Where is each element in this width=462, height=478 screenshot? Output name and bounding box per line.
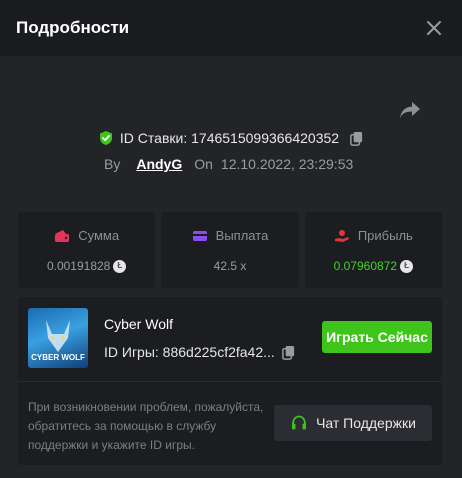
stat-label: Выплата: [215, 228, 269, 243]
hand-coin-icon: [334, 229, 349, 242]
support-help-text: При возникновении проблем, пожалуйста, о…: [28, 400, 264, 452]
litecoin-icon: Ł: [400, 259, 414, 273]
game-thumbnail-text: CYBER WOLF: [31, 353, 85, 362]
game-id: ID Игры: 886d225cf2fa42...: [104, 344, 275, 360]
by-label: By: [104, 156, 121, 172]
username-link[interactable]: AndyG: [136, 156, 182, 172]
card-icon: [192, 230, 207, 241]
stat-payout: Выплата 42.5 x: [161, 212, 299, 288]
copy-icon[interactable]: [281, 345, 296, 360]
bet-author-row: By AndyG On 12.10.2022, 23:29:53: [104, 156, 353, 172]
stat-profit: Прибыль 0.07960872 Ł: [304, 212, 442, 288]
stat-amount: Сумма 0.00191828 Ł: [18, 212, 156, 288]
play-now-button[interactable]: Играть Сейчас: [322, 321, 432, 353]
stat-value: 42.5 x: [213, 259, 247, 273]
copy-icon[interactable]: [349, 131, 364, 146]
wallet-icon: [55, 229, 70, 242]
headset-icon: [292, 415, 307, 430]
bet-id-row: ID Ставки: 1746515099366420352: [0, 130, 462, 146]
game-id-row: ID Игры: 886d225cf2fa42...: [104, 344, 296, 360]
game-card: CYBER WOLF Cyber Wolf ID Игры: 886d225cf…: [18, 297, 442, 465]
stat-label: Сумма: [78, 228, 120, 243]
support-chat-label: Чат Поддержки: [316, 415, 416, 431]
game-name: Cyber Wolf: [104, 316, 173, 332]
share-icon: [400, 102, 420, 118]
bet-id: ID Ставки: 1746515099366420352: [119, 130, 340, 146]
modal-header: Подробности: [0, 0, 462, 56]
close-icon: [427, 21, 441, 35]
bet-date: 12.10.2022, 23:29:53: [220, 156, 354, 172]
on-label: On: [194, 156, 213, 172]
stat-label: Прибыль: [357, 228, 413, 243]
stat-value: 0.07960872: [333, 259, 398, 273]
divider: [18, 381, 442, 382]
litecoin-icon: Ł: [113, 259, 127, 273]
shield-check-icon: [99, 131, 112, 145]
stat-value: 0.00191828: [46, 259, 111, 273]
modal-title: Подробности: [16, 18, 130, 37]
game-thumbnail[interactable]: CYBER WOLF: [28, 308, 88, 368]
close-button[interactable]: [424, 18, 444, 38]
share-button[interactable]: [398, 100, 422, 120]
support-chat-button[interactable]: Чат Поддержки: [274, 405, 432, 441]
bet-stats: Сумма 0.00191828 Ł Выплата 42.5 x Прибыл…: [18, 212, 442, 288]
